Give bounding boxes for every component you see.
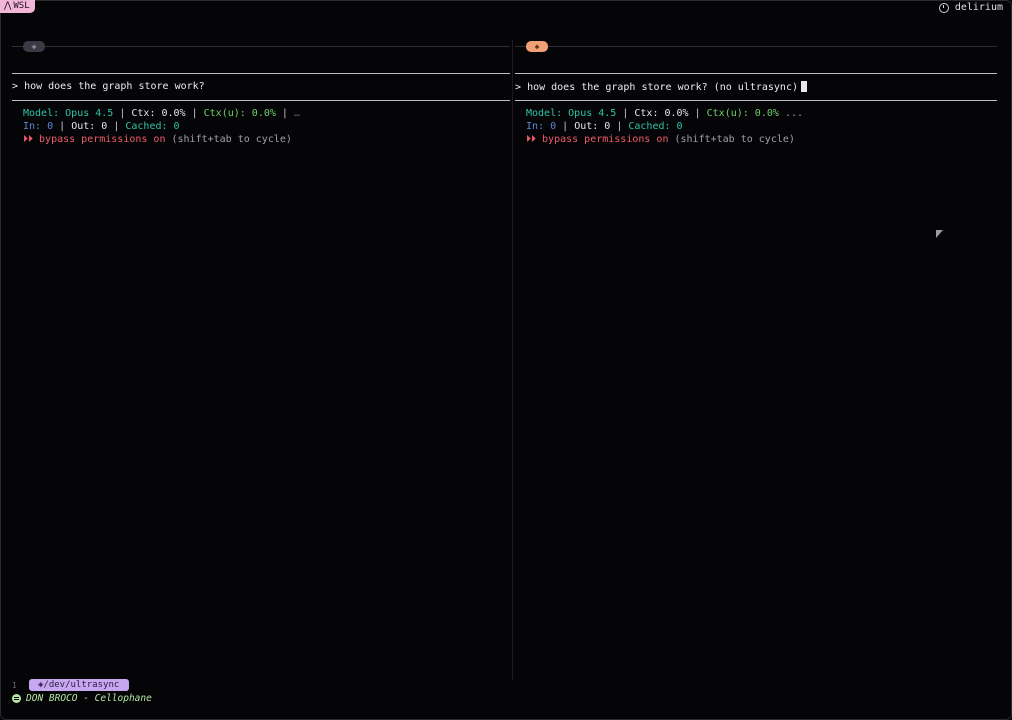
prompt-symbol: > (515, 82, 522, 93)
model-value: Opus 4.5 (65, 108, 114, 119)
text-cursor (801, 81, 807, 92)
status-line-permissions: ⏵⏵ bypass permissions on (shift+tab to c… (23, 134, 292, 145)
prompt-text: how does the graph store work? (no ultra… (527, 82, 798, 93)
path-badge[interactable]: ◈/dev/ultrasync (29, 679, 130, 691)
model-label: Model: (526, 108, 569, 119)
cached-value: Cached: 0 (125, 121, 180, 132)
bypass-permissions-text: bypass permissions on (39, 134, 166, 145)
mouse-pointer-icon (936, 230, 943, 238)
status-overflow: … (293, 108, 300, 119)
status-overflow: ... (784, 108, 803, 119)
status-line-model: Model: Opus 4.5 | Ctx: 0.0% | Ctx(u): 0.… (23, 108, 300, 119)
bypass-hint: (shift+tab to cycle) (674, 134, 795, 145)
status-line-tokens: In: 0 | Out: 0 | Cached: 0 (526, 121, 683, 132)
in-label: In: (526, 121, 551, 132)
status-line-permissions: ⏵⏵ bypass permissions on (shift+tab to c… (526, 134, 795, 145)
prompt-text: how does the graph store work? (24, 81, 205, 92)
terminal-pane-left[interactable]: ◈ > how does the graph store work? Model… (12, 35, 510, 675)
model-label: Model: (23, 108, 66, 119)
prompt-input[interactable]: > how does the graph store work? (no ult… (515, 81, 807, 93)
bypass-hint: (shift+tab to cycle) (171, 134, 292, 145)
pane-header: ◈ (12, 35, 510, 57)
out-value: Out: 0 (71, 121, 108, 132)
hostname: delirium (954, 2, 1003, 13)
pane-index: 1 (12, 681, 17, 690)
terminal-pane-right[interactable]: ◈ > how does the graph store work? (no u… (515, 35, 997, 675)
linux-icon: ⋀ (4, 1, 12, 11)
divider (12, 100, 510, 101)
spotify-icon (12, 694, 21, 703)
diamond-icon: ◈ (526, 41, 548, 52)
prompt-symbol: > (12, 81, 19, 92)
ctxu-value: Ctx(u): 0.0% (203, 108, 276, 119)
ctxu-value: Ctx(u): 0.0% (706, 108, 779, 119)
divider (12, 73, 510, 74)
host-indicator: delirium (938, 2, 1003, 13)
in-label: In: (23, 121, 48, 132)
ctx-value: Ctx: 0.0% (634, 108, 689, 119)
divider (12, 46, 510, 47)
bypass-permissions-text: bypass permissions on (542, 134, 669, 145)
pane-divider[interactable] (512, 40, 513, 680)
status-line-model: Model: Opus 4.5 | Ctx: 0.0% | Ctx(u): 0.… (526, 108, 803, 119)
fast-forward-icon: ⏵⏵ (23, 134, 33, 145)
wsl-label: WSL (13, 1, 30, 11)
diamond-icon: ◈ (23, 41, 45, 52)
now-playing[interactable]: DON BROCO - Cellophane (12, 693, 152, 704)
pane-header: ◈ (515, 35, 997, 57)
ctx-value: Ctx: 0.0% (131, 108, 186, 119)
model-value: Opus 4.5 (568, 108, 617, 119)
divider (515, 46, 997, 47)
divider (515, 73, 997, 74)
cached-value: Cached: 0 (628, 121, 683, 132)
clock-icon (938, 2, 949, 13)
divider (515, 100, 997, 101)
now-playing-text: DON BROCO - Cellophane (26, 693, 152, 704)
prompt-input[interactable]: > how does the graph store work? (12, 81, 205, 92)
status-line-tokens: In: 0 | Out: 0 | Cached: 0 (23, 121, 180, 132)
fast-forward-icon: ⏵⏵ (526, 134, 536, 145)
wsl-badge[interactable]: ⋀ WSL (0, 0, 35, 13)
out-value: Out: 0 (574, 121, 611, 132)
